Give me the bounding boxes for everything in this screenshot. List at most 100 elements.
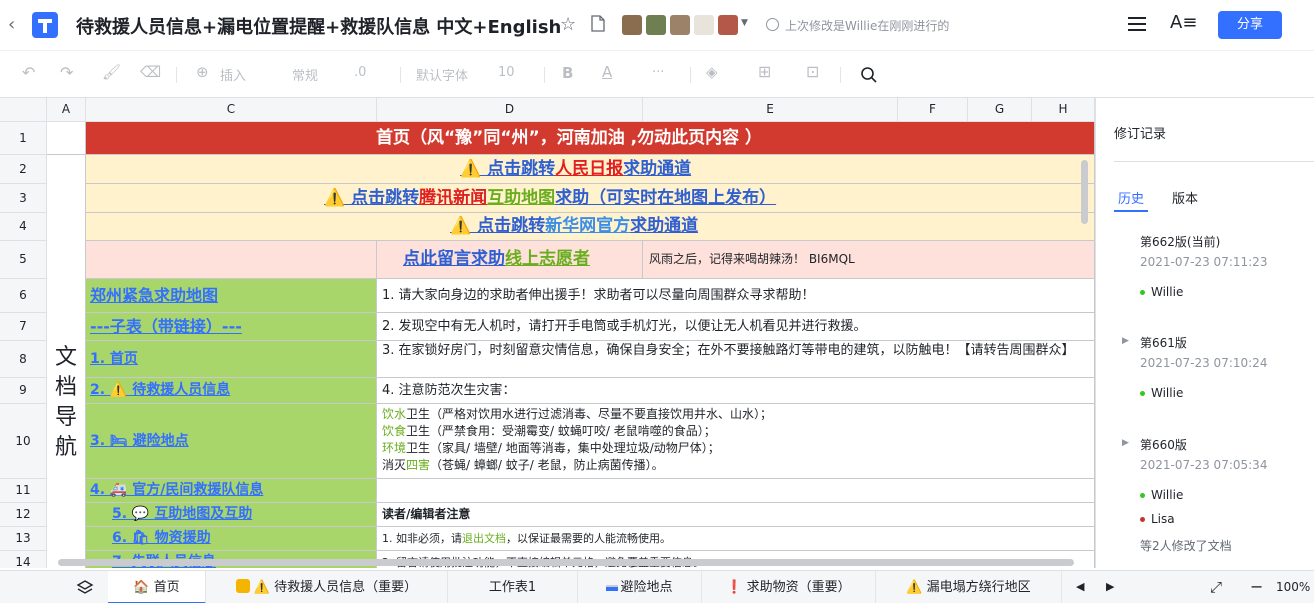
link-text[interactable]: 求助（可实时在地图上发布） <box>555 188 776 208</box>
cell-d11[interactable] <box>377 479 1095 503</box>
avatar[interactable] <box>670 15 690 35</box>
sheet-tab-rescue[interactable]: ⚠️ 待救援人员信息（重要） <box>206 571 448 603</box>
link-text[interactable]: ⚠️ 点击跳转 <box>324 188 419 208</box>
link-xinhua[interactable]: ⚠️ 点击跳转新华网官方求助通道 <box>86 213 1095 241</box>
decimal-places-menu[interactable]: .0 <box>354 65 366 80</box>
merge-cells-icon[interactable]: ⊡ <box>806 62 819 81</box>
zoom-level[interactable]: 100% <box>1276 580 1310 594</box>
insert-menu[interactable]: 插入 <box>220 65 246 84</box>
sheet-tab-hazard[interactable]: ⚠️ 漏电塌方绕行地区 <box>876 571 1062 603</box>
editor-notice-heading[interactable]: 读者/编辑者注意 <box>377 503 1095 527</box>
sheet-link-item[interactable]: 1. 首页 <box>86 341 377 378</box>
sheet-link-item[interactable]: 6. 🛍 物资援助 <box>86 527 377 551</box>
layers-icon[interactable] <box>76 579 94 597</box>
row-header[interactable]: 8 <box>0 341 47 378</box>
redo-icon[interactable]: ↷ <box>60 63 73 82</box>
sheet-tab-home[interactable]: 🏠 首页 <box>108 571 206 603</box>
share-button[interactable]: 分享 <box>1218 11 1282 39</box>
collaborator-avatars[interactable] <box>622 15 742 35</box>
sheet-link-item[interactable]: 郑州紧急求助地图 <box>86 279 377 313</box>
column-header[interactable]: G <box>968 98 1032 122</box>
bold-button[interactable]: B <box>562 64 573 82</box>
link-text-red[interactable]: 腾讯新闻 <box>419 188 487 208</box>
vertical-scrollbar[interactable] <box>1081 160 1088 224</box>
document-title[interactable]: 待救援人员信息+漏电位置提醒+救援队信息 中文+English <box>76 13 561 39</box>
more-text-options-icon[interactable]: ··· <box>652 65 664 80</box>
link-text[interactable]: ⚠️ 点击跳转 <box>450 216 545 236</box>
link-leave-message[interactable]: 点此留言求助线上志愿者 <box>377 241 643 279</box>
link-text[interactable]: 1. 首页 <box>90 351 138 367</box>
sheet-tab-worksheet1[interactable]: 工作表1 <box>448 571 578 603</box>
horizontal-scrollbar[interactable] <box>58 559 1074 566</box>
tip-cell[interactable]: 3. 在家锁好房门，时刻留意灾情信息，确保自身安全；在外不要接触路灯等带电的建筑… <box>377 341 1095 378</box>
sheet-link-item[interactable]: 4. 🚑 官方/民间救援队信息 <box>86 479 377 503</box>
column-header[interactable]: H <box>1032 98 1095 122</box>
fit-screen-icon[interactable]: ⤢ <box>1210 578 1222 596</box>
sheet-link-item[interactable]: 3. 🛏 避险地点 <box>86 404 377 479</box>
select-all-corner[interactable] <box>0 98 47 122</box>
note-hulatang[interactable]: 风雨之后，记得来喝胡辣汤！ BI6MQL <box>643 241 1095 279</box>
text-color-button[interactable]: A <box>602 63 612 81</box>
document-info-icon[interactable] <box>591 15 605 32</box>
link-text[interactable]: 4. 🚑 官方/民间救援队信息 <box>90 482 263 498</box>
sheet-link-item[interactable]: ---子表（带链接）--- <box>86 313 377 341</box>
font-settings-icon[interactable]: A≡ <box>1170 12 1197 33</box>
link-text[interactable]: 6. 🛍 物资援助 <box>112 530 211 546</box>
chevron-down-icon[interactable]: ▼ <box>741 18 748 28</box>
link-text[interactable]: ---子表（带链接）--- <box>90 317 242 336</box>
link-text-red[interactable]: 人民日报 <box>555 159 623 179</box>
link-text[interactable]: 点此留言求助 <box>403 249 505 269</box>
row-header[interactable]: 9 <box>0 378 47 404</box>
home-banner[interactable]: 首页（风“豫”同“州”，河南加油 ,勿动此页内容 ） <box>86 122 1095 155</box>
avatar[interactable] <box>622 15 642 35</box>
avatar[interactable] <box>646 15 666 35</box>
search-icon[interactable] <box>860 66 878 84</box>
link-text[interactable]: 求助通道 <box>623 159 691 179</box>
row-header[interactable]: 1 <box>0 122 47 155</box>
row-header[interactable]: 4 <box>0 213 47 241</box>
scroll-tabs-right-icon[interactable]: ▶ <box>1106 580 1114 593</box>
zoom-out-icon[interactable]: − <box>1250 577 1263 596</box>
row-header[interactable]: 11 <box>0 479 47 503</box>
link-text-green[interactable]: 线上志愿者 <box>505 249 590 269</box>
scroll-tabs-left-icon[interactable]: ◀ <box>1076 580 1084 593</box>
number-format-menu[interactable]: 常规 <box>292 65 318 84</box>
row-header[interactable]: 6 <box>0 279 47 313</box>
row-header[interactable]: 7 <box>0 313 47 341</box>
undo-icon[interactable]: ↶ <box>22 63 35 82</box>
clear-format-icon[interactable]: ⌫ <box>140 63 161 81</box>
link-text[interactable]: ⚠️ 点击跳转 <box>460 159 555 179</box>
cell-a1[interactable] <box>47 122 86 155</box>
link-text[interactable]: 求助通道 <box>630 216 698 236</box>
insert-plus-icon[interactable]: ⊕ <box>196 63 209 81</box>
tab-history[interactable]: 历史 <box>1118 188 1144 207</box>
avatar[interactable] <box>718 15 738 35</box>
link-text-green[interactable]: 互助地图 <box>487 188 555 208</box>
column-header[interactable]: E <box>643 98 898 122</box>
format-painter-icon[interactable]: 🖌 <box>102 63 121 81</box>
link-text[interactable]: 郑州紧急求助地图 <box>90 286 218 305</box>
fill-color-icon[interactable]: ◈ <box>706 63 718 81</box>
save-status[interactable]: 上次修改是Willie在刚刚进行的 <box>785 17 949 34</box>
row-header[interactable]: 14 <box>0 551 47 568</box>
link-text[interactable]: 2. ⚠️ 待救援人员信息 <box>90 382 230 398</box>
font-family-select[interactable]: 默认字体 <box>416 65 468 84</box>
link-text[interactable]: 3. 🛏 避险地点 <box>90 433 189 449</box>
avatar[interactable] <box>694 15 714 35</box>
row-header[interactable]: 10 <box>0 404 47 479</box>
column-header[interactable]: A <box>47 98 86 122</box>
link-tencent-news[interactable]: ⚠️ 点击跳转腾讯新闻互助地图求助（可实时在地图上发布） <box>86 184 1095 213</box>
column-header[interactable]: D <box>377 98 643 122</box>
column-header[interactable]: C <box>86 98 377 122</box>
link-peoples-daily[interactable]: ⚠️ 点击跳转人民日报求助通道 <box>86 155 1095 184</box>
nav-column-a[interactable]: 文档导航 <box>47 155 86 568</box>
row-header[interactable]: 3 <box>0 184 47 213</box>
row-header[interactable]: 2 <box>0 155 47 184</box>
menu-icon[interactable] <box>1128 16 1146 32</box>
star-icon[interactable]: ☆ <box>560 14 576 35</box>
back-icon[interactable]: ‹ <box>8 14 15 35</box>
tip-cell[interactable]: 1. 请大家向身边的求助者伸出援手！求助者可以尽量向周围群众寻求帮助！ <box>377 279 1095 313</box>
font-size-select[interactable]: 10 <box>498 65 515 80</box>
link-text-blue[interactable]: 新华网官方 <box>545 216 630 236</box>
editor-notice-1[interactable]: 1. 如非必须，请退出文档，以保证最需要的人能流畅使用。 <box>377 527 1095 551</box>
